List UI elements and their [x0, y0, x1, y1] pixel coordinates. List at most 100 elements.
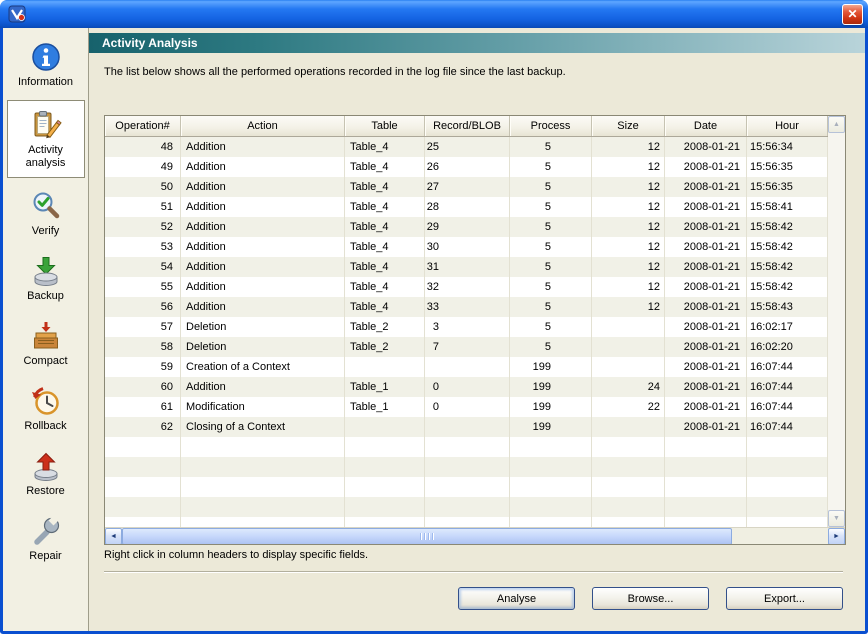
table-row[interactable]: 55AdditionTable_4325122008-01-2115:58:42 [105, 277, 828, 297]
table-cell: 28 [425, 197, 510, 217]
table-cell: Modification [181, 397, 345, 417]
table-cell: Addition [181, 297, 345, 317]
table-cell [105, 517, 181, 527]
column-header-table[interactable]: Table [345, 116, 425, 136]
table-cell [592, 457, 665, 477]
table-cell: Addition [181, 137, 345, 157]
table-cell: 199 [510, 417, 592, 437]
table-row[interactable]: 51AdditionTable_4285122008-01-2115:58:41 [105, 197, 828, 217]
table-row[interactable]: 53AdditionTable_4305122008-01-2115:58:42 [105, 237, 828, 257]
horizontal-scroll-track[interactable] [122, 528, 828, 544]
scroll-down-icon[interactable] [828, 510, 845, 527]
table-row[interactable]: 59Creation of a Context1992008-01-2116:0… [105, 357, 828, 377]
column-header-size[interactable]: Size [592, 116, 665, 136]
table-cell [181, 437, 345, 457]
browse-button[interactable]: Browse... [592, 587, 709, 610]
scroll-right-icon[interactable] [828, 528, 845, 545]
table-cell: 5 [510, 237, 592, 257]
table-cell [181, 477, 345, 497]
table-cell: 33 [425, 297, 510, 317]
table-row[interactable]: 48AdditionTable_4255122008-01-2115:56:34 [105, 137, 828, 157]
scroll-up-icon[interactable] [828, 116, 845, 133]
column-header-process[interactable]: Process [510, 116, 592, 136]
table-cell: 2008-01-21 [665, 157, 747, 177]
table-cell: 15:58:43 [747, 297, 828, 317]
table-cell: 12 [592, 217, 665, 237]
table-row[interactable]: 62Closing of a Context1992008-01-2116:07… [105, 417, 828, 437]
table-cell: 5 [510, 317, 592, 337]
table-cell: Addition [181, 157, 345, 177]
export-button[interactable]: Export... [726, 587, 843, 610]
table-row[interactable]: 57DeletionTable_2352008-01-2116:02:17 [105, 317, 828, 337]
sidebar-item-rollback[interactable]: Rollback [7, 379, 85, 438]
table-cell: 3 [425, 317, 510, 337]
table-cell [747, 457, 828, 477]
table-cell: 15:58:42 [747, 237, 828, 257]
table-row[interactable]: 61ModificationTable_10199222008-01-2116:… [105, 397, 828, 417]
table-cell [425, 497, 510, 517]
vertical-scrollbar[interactable] [828, 116, 845, 527]
scroll-left-icon[interactable] [105, 528, 122, 545]
sidebar-item-verify[interactable]: Verify [7, 184, 85, 243]
table-cell: 5 [510, 277, 592, 297]
table-row[interactable]: 58DeletionTable_2752008-01-2116:02:20 [105, 337, 828, 357]
table-row[interactable]: 52AdditionTable_4295122008-01-2115:58:42 [105, 217, 828, 237]
table-cell: 15:58:42 [747, 217, 828, 237]
analyse-button[interactable]: Analyse [458, 587, 575, 610]
magnifier-check-icon [30, 190, 62, 222]
table-cell: 12 [592, 277, 665, 297]
close-button[interactable]: ✕ [842, 4, 863, 25]
table-row[interactable]: 54AdditionTable_4315122008-01-2115:58:42 [105, 257, 828, 277]
sidebar-item-backup[interactable]: Backup [7, 249, 85, 308]
vertical-scroll-track[interactable] [828, 133, 845, 510]
table-cell: 0 [425, 377, 510, 397]
table-cell [345, 517, 425, 527]
table-cell [592, 337, 665, 357]
column-header-date[interactable]: Date [665, 116, 747, 136]
table-cell: 2008-01-21 [665, 317, 747, 337]
table-cell: 2008-01-21 [665, 257, 747, 277]
horizontal-scroll-thumb[interactable] [122, 528, 732, 545]
table-cell: 51 [105, 197, 181, 217]
table-row[interactable]: 56AdditionTable_4335122008-01-2115:58:43 [105, 297, 828, 317]
table-cell: 2008-01-21 [665, 177, 747, 197]
sidebar-item-information[interactable]: Information [7, 35, 85, 94]
table-cell: 59 [105, 357, 181, 377]
column-header-action[interactable]: Action [181, 116, 345, 136]
table-cell [181, 457, 345, 477]
table-cell: 16:02:17 [747, 317, 828, 337]
column-header-operation-[interactable]: Operation# [105, 116, 181, 136]
table-cell: Table_4 [345, 197, 425, 217]
table-cell: 58 [105, 337, 181, 357]
table-cell: 15:56:35 [747, 157, 828, 177]
table-cell [105, 457, 181, 477]
sidebar-item-compact[interactable]: Compact [7, 314, 85, 373]
table-cell: 62 [105, 417, 181, 437]
table-row[interactable]: 49AdditionTable_4265122008-01-2115:56:35 [105, 157, 828, 177]
table-cell: 24 [592, 377, 665, 397]
table-cell [510, 497, 592, 517]
horizontal-scrollbar[interactable] [105, 527, 845, 544]
sidebar-item-restore[interactable]: Restore [7, 444, 85, 503]
titlebar[interactable]: ✕ [0, 0, 868, 28]
column-header-hour[interactable]: Hour [747, 116, 828, 136]
column-header-record-blob[interactable]: Record/BLOB [425, 116, 510, 136]
rollback-clock-icon [30, 385, 62, 417]
table-cell [345, 477, 425, 497]
table-cell: Table_4 [345, 137, 425, 157]
table-row[interactable]: 50AdditionTable_4275122008-01-2115:56:35 [105, 177, 828, 197]
table-cell: 16:07:44 [747, 377, 828, 397]
table-cell: 61 [105, 397, 181, 417]
sidebar-item-activity-analysis[interactable]: Activity analysis [7, 100, 85, 178]
table-cell [105, 437, 181, 457]
table-cell: 5 [510, 257, 592, 277]
table-cell [510, 477, 592, 497]
sidebar-item-repair[interactable]: Repair [7, 509, 85, 568]
table-cell: 2008-01-21 [665, 417, 747, 437]
main-panel: Activity Analysis The list below shows a… [89, 28, 865, 631]
table-cell: 12 [592, 297, 665, 317]
table-cell: Addition [181, 197, 345, 217]
table-cell [425, 517, 510, 527]
table-cell: 2008-01-21 [665, 297, 747, 317]
table-row[interactable]: 60AdditionTable_10199242008-01-2116:07:4… [105, 377, 828, 397]
